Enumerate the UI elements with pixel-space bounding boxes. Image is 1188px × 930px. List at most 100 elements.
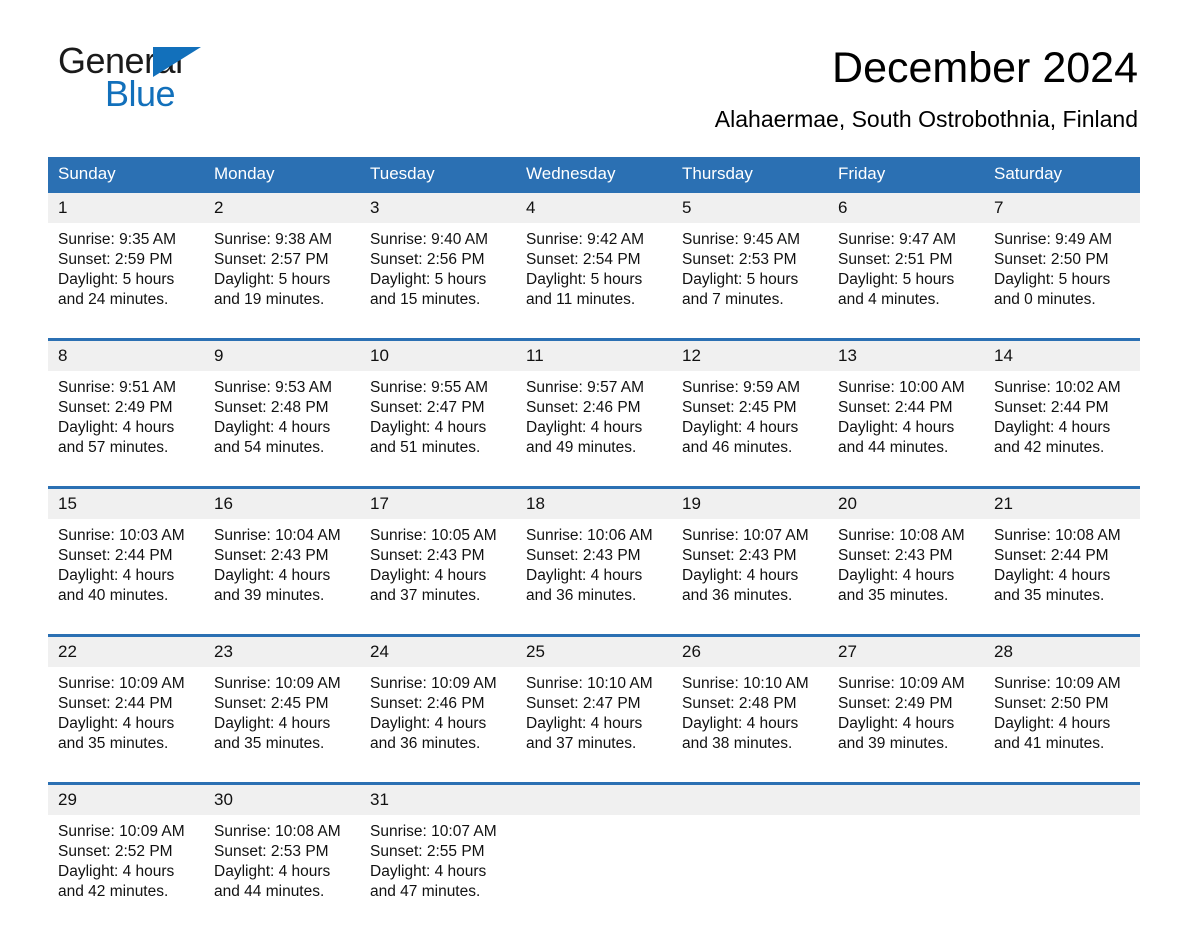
calendar-page: General Blue December 2024 Alahaermae, S… <box>0 0 1188 930</box>
day-cell-empty <box>984 815 1140 930</box>
page-title: December 2024 <box>832 44 1138 92</box>
daylight-text-line2: and 41 minutes. <box>994 735 1105 752</box>
daylight-text-line1: Daylight: 4 hours <box>526 419 643 436</box>
day-number[interactable]: 27 <box>828 634 984 667</box>
daylight-text-line1: Daylight: 4 hours <box>682 715 799 732</box>
sunrise-text: Sunrise: 10:07 AM <box>682 527 809 544</box>
day-number[interactable]: 20 <box>828 486 984 519</box>
day-number[interactable]: 7 <box>984 193 1140 223</box>
day-cell-empty <box>516 815 672 930</box>
sunrise-text: Sunrise: 9:55 AM <box>370 379 489 396</box>
day-number-empty <box>984 782 1140 815</box>
day-number[interactable]: 17 <box>360 486 516 519</box>
day-number[interactable]: 21 <box>984 486 1140 519</box>
day-cell: Sunrise: 9:47 AM Sunset: 2:51 PM Dayligh… <box>828 223 984 340</box>
day-number[interactable]: 11 <box>516 338 672 371</box>
sunset-text: Sunset: 2:45 PM <box>214 695 329 712</box>
day-number[interactable]: 8 <box>48 338 204 371</box>
day-number[interactable]: 31 <box>360 782 516 815</box>
weekday-header-wednesday: Wednesday <box>516 157 672 193</box>
logo-text-blue: Blue <box>105 73 176 114</box>
daylight-text-line1: Daylight: 4 hours <box>214 419 331 436</box>
day-number[interactable]: 3 <box>360 193 516 223</box>
day-cell: Sunrise: 9:57 AM Sunset: 2:46 PM Dayligh… <box>516 371 672 488</box>
daylight-text-line2: and 19 minutes. <box>214 291 325 308</box>
sunrise-text: Sunrise: 10:08 AM <box>214 823 341 840</box>
day-number[interactable]: 12 <box>672 338 828 371</box>
daylight-text-line1: Daylight: 4 hours <box>682 567 799 584</box>
sunrise-text: Sunrise: 10:09 AM <box>994 675 1121 692</box>
daylight-text-line2: and 51 minutes. <box>370 439 481 456</box>
day-number-empty <box>672 782 828 815</box>
day-cell: Sunrise: 10:09 AM Sunset: 2:46 PM Daylig… <box>360 667 516 784</box>
daylight-text-line1: Daylight: 5 hours <box>526 271 643 288</box>
sunrise-text: Sunrise: 9:51 AM <box>58 379 177 396</box>
page-header: General Blue December 2024 Alahaermae, S… <box>0 0 1188 136</box>
day-number[interactable]: 19 <box>672 486 828 519</box>
sunset-text: Sunset: 2:44 PM <box>58 547 173 564</box>
day-number[interactable]: 6 <box>828 193 984 223</box>
day-number[interactable]: 29 <box>48 782 204 815</box>
day-number[interactable]: 23 <box>204 634 360 667</box>
day-number[interactable]: 25 <box>516 634 672 667</box>
daylight-text-line2: and 44 minutes. <box>838 439 949 456</box>
daylight-text-line2: and 40 minutes. <box>58 587 169 604</box>
day-number[interactable]: 30 <box>204 782 360 815</box>
day-number[interactable]: 5 <box>672 193 828 223</box>
daylight-text-line2: and 38 minutes. <box>682 735 793 752</box>
sunrise-text: Sunrise: 10:08 AM <box>994 527 1121 544</box>
week-info-row: Sunrise: 10:03 AM Sunset: 2:44 PM Daylig… <box>48 519 1140 636</box>
daylight-text-line2: and 35 minutes. <box>838 587 949 604</box>
daylight-text-line2: and 35 minutes. <box>214 735 325 752</box>
day-number[interactable]: 15 <box>48 486 204 519</box>
day-number[interactable]: 10 <box>360 338 516 371</box>
day-number[interactable]: 22 <box>48 634 204 667</box>
sunrise-text: Sunrise: 9:45 AM <box>682 231 801 248</box>
sunrise-text: Sunrise: 10:10 AM <box>526 675 653 692</box>
sunset-text: Sunset: 2:52 PM <box>58 843 173 860</box>
day-number[interactable]: 9 <box>204 338 360 371</box>
day-number[interactable]: 26 <box>672 634 828 667</box>
sunrise-text: Sunrise: 10:04 AM <box>214 527 341 544</box>
day-cell: Sunrise: 9:35 AM Sunset: 2:59 PM Dayligh… <box>48 223 204 340</box>
day-cell: Sunrise: 9:59 AM Sunset: 2:45 PM Dayligh… <box>672 371 828 488</box>
day-cell: Sunrise: 10:04 AM Sunset: 2:43 PM Daylig… <box>204 519 360 636</box>
sunset-text: Sunset: 2:53 PM <box>214 843 329 860</box>
week-daynum-row: 29 30 31 <box>48 782 1140 815</box>
sunset-text: Sunset: 2:53 PM <box>682 251 797 268</box>
day-cell: Sunrise: 9:45 AM Sunset: 2:53 PM Dayligh… <box>672 223 828 340</box>
day-number[interactable]: 28 <box>984 634 1140 667</box>
day-number-empty <box>516 782 672 815</box>
day-cell: Sunrise: 10:10 AM Sunset: 2:47 PM Daylig… <box>516 667 672 784</box>
weekday-header-row: Sunday Monday Tuesday Wednesday Thursday… <box>48 157 1140 193</box>
day-number[interactable]: 18 <box>516 486 672 519</box>
daylight-text-line2: and 15 minutes. <box>370 291 481 308</box>
sunrise-text: Sunrise: 9:42 AM <box>526 231 645 248</box>
day-cell: Sunrise: 10:09 AM Sunset: 2:44 PM Daylig… <box>48 667 204 784</box>
general-blue-logo: General Blue <box>58 40 258 120</box>
day-number[interactable]: 1 <box>48 193 204 223</box>
sunset-text: Sunset: 2:44 PM <box>994 547 1109 564</box>
day-number[interactable]: 4 <box>516 193 672 223</box>
sunset-text: Sunset: 2:43 PM <box>682 547 797 564</box>
sunrise-text: Sunrise: 9:59 AM <box>682 379 801 396</box>
daylight-text-line1: Daylight: 4 hours <box>58 715 175 732</box>
day-number[interactable]: 16 <box>204 486 360 519</box>
week-daynum-row: 8 9 10 11 12 13 14 <box>48 338 1140 371</box>
weekday-header-friday: Friday <box>828 157 984 193</box>
day-cell: Sunrise: 10:07 AM Sunset: 2:55 PM Daylig… <box>360 815 516 930</box>
sunrise-text: Sunrise: 10:09 AM <box>370 675 497 692</box>
week-daynum-row: 22 23 24 25 26 27 28 <box>48 634 1140 667</box>
day-number[interactable]: 2 <box>204 193 360 223</box>
day-number[interactable]: 24 <box>360 634 516 667</box>
daylight-text-line1: Daylight: 4 hours <box>682 419 799 436</box>
week-info-row: Sunrise: 9:35 AM Sunset: 2:59 PM Dayligh… <box>48 223 1140 340</box>
sunset-text: Sunset: 2:54 PM <box>526 251 641 268</box>
day-number[interactable]: 13 <box>828 338 984 371</box>
sunrise-text: Sunrise: 10:09 AM <box>838 675 965 692</box>
day-cell: Sunrise: 10:06 AM Sunset: 2:43 PM Daylig… <box>516 519 672 636</box>
daylight-text-line2: and 42 minutes. <box>994 439 1105 456</box>
sunset-text: Sunset: 2:51 PM <box>838 251 953 268</box>
sunrise-text: Sunrise: 10:09 AM <box>58 823 185 840</box>
day-number[interactable]: 14 <box>984 338 1140 371</box>
